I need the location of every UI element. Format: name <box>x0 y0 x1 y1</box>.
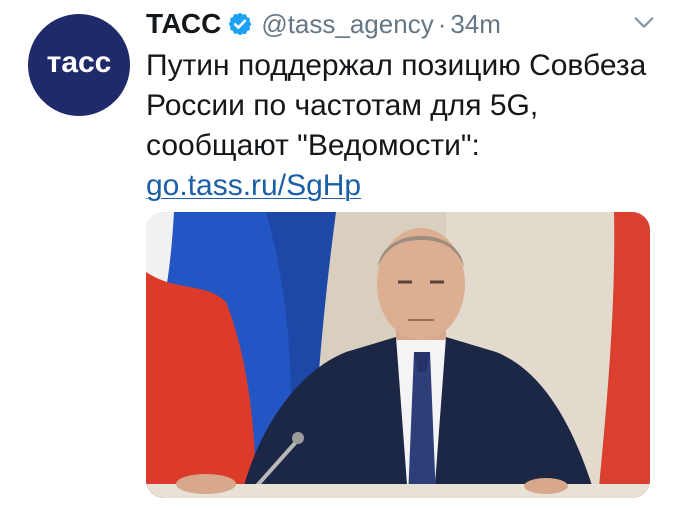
tweet-header: ТАСС @tass_agency · 34m <box>146 2 660 46</box>
verified-badge-icon <box>228 12 252 36</box>
avatar[interactable]: тасс <box>28 14 130 116</box>
display-name[interactable]: ТАСС <box>146 8 221 40</box>
tweet-link[interactable]: go.tass.ru/SgHp <box>146 169 361 202</box>
separator-dot: · <box>437 8 447 39</box>
tweet-text-line: Путин поддержал позицию Совбеза <box>146 49 647 82</box>
chevron-down-icon[interactable] <box>630 8 658 36</box>
tweet-card[interactable]: тасс ТАСС @tass_agency · 34m Путин подде… <box>0 0 680 508</box>
photo-thumbnail <box>146 212 650 498</box>
timestamp[interactable]: 34m <box>450 9 501 40</box>
tweet-text-line: России по частотам для 5G, <box>146 89 539 122</box>
avatar-logo-text: тасс <box>46 46 112 79</box>
tweet-text: Путин поддержал позицию Совбеза России п… <box>146 46 666 206</box>
tweet-media-image[interactable] <box>146 212 650 498</box>
tweet-text-line: сообщают "Ведомости": <box>146 129 480 162</box>
account-handle[interactable]: @tass_agency <box>261 9 433 40</box>
